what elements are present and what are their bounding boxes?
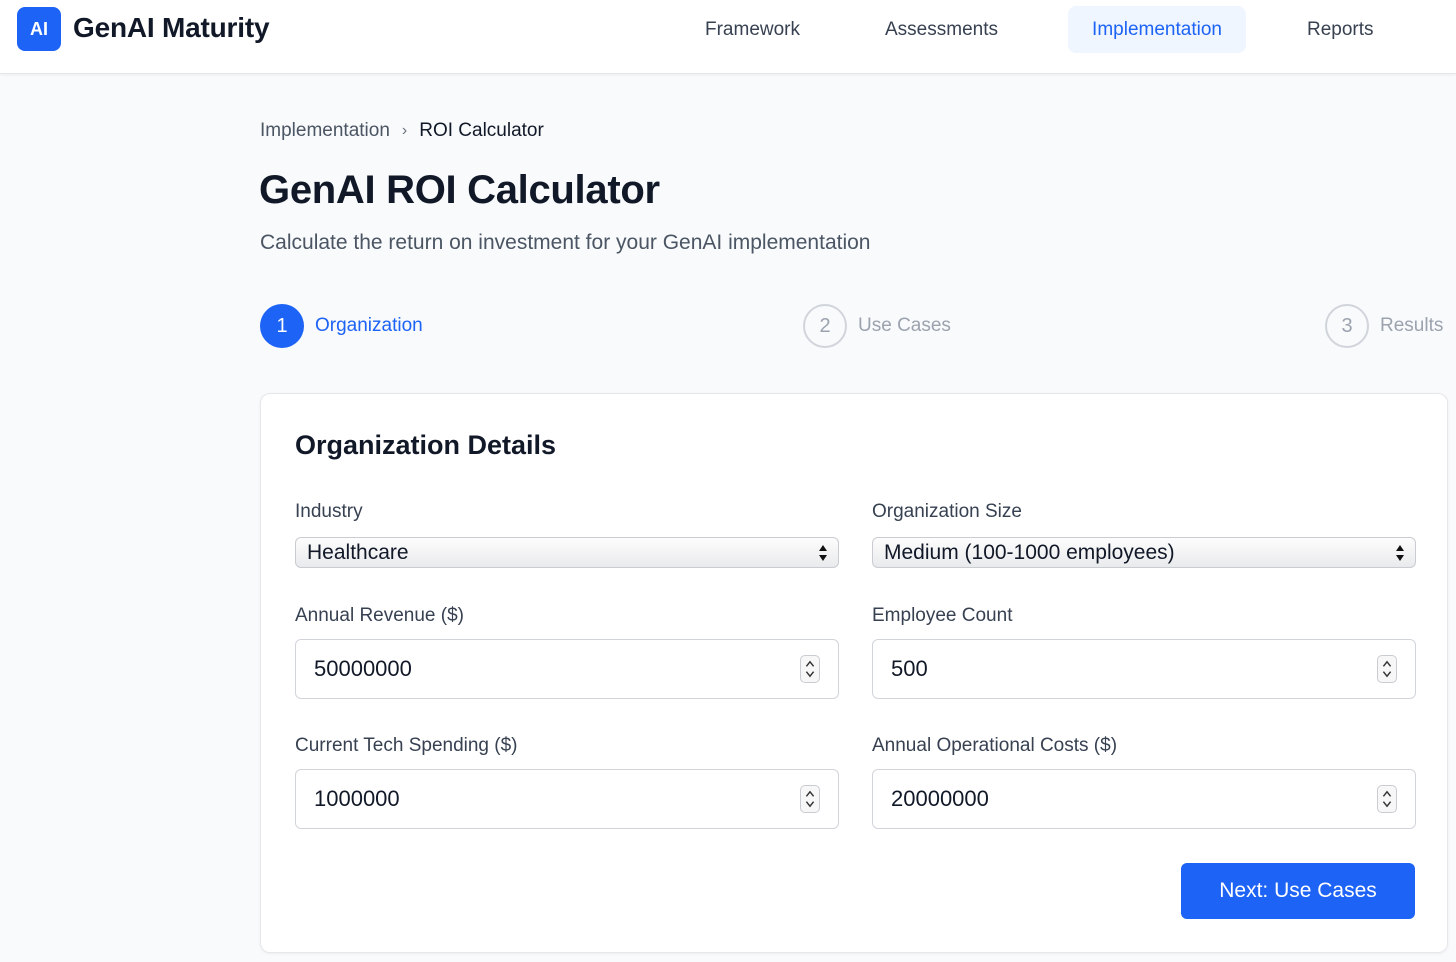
number-spinner-icon[interactable] bbox=[800, 655, 820, 683]
select-arrows-icon bbox=[819, 545, 827, 561]
nav-framework[interactable]: Framework bbox=[688, 6, 817, 53]
employee-count-input[interactable]: 500 bbox=[872, 639, 1416, 699]
annual-revenue-value: 50000000 bbox=[314, 656, 412, 681]
tech-spending-input[interactable]: 1000000 bbox=[295, 769, 839, 829]
step-organization[interactable]: 1 Organization bbox=[260, 304, 423, 348]
operational-costs-input[interactable]: 20000000 bbox=[872, 769, 1416, 829]
industry-select[interactable]: Healthcare bbox=[295, 537, 839, 568]
employee-count-label: Employee Count bbox=[872, 605, 1013, 626]
breadcrumb-chevron-icon: › bbox=[401, 122, 408, 139]
number-spinner-icon[interactable] bbox=[800, 785, 820, 813]
employee-count-value: 500 bbox=[891, 656, 928, 681]
industry-label: Industry bbox=[295, 501, 363, 522]
org-size-label: Organization Size bbox=[872, 501, 1022, 522]
operational-costs-value: 20000000 bbox=[891, 786, 989, 811]
app-logo[interactable]: AI bbox=[17, 7, 61, 51]
breadcrumb-implementation-link[interactable]: Implementation bbox=[260, 120, 390, 142]
org-size-selected-value: Medium (100-1000 employees) bbox=[884, 540, 1175, 564]
annual-revenue-label: Annual Revenue ($) bbox=[295, 605, 464, 626]
nav-implementation[interactable]: Implementation bbox=[1068, 6, 1246, 53]
step-label: Organization bbox=[315, 315, 423, 336]
number-spinner-icon[interactable] bbox=[1377, 785, 1397, 813]
nav-assessments[interactable]: Assessments bbox=[868, 6, 1015, 53]
step-label: Results bbox=[1380, 315, 1444, 336]
logo-text: AI bbox=[30, 18, 48, 39]
step-number-badge: 2 bbox=[803, 304, 847, 348]
tech-spending-label: Current Tech Spending ($) bbox=[295, 735, 518, 756]
tech-spending-value: 1000000 bbox=[314, 786, 400, 811]
step-results[interactable]: 3 Results bbox=[1325, 304, 1443, 348]
step-number-badge: 1 bbox=[260, 304, 304, 348]
organization-details-card: Organization Details Industry Healthcare… bbox=[260, 393, 1448, 953]
card-title: Organization Details bbox=[295, 430, 557, 460]
operational-costs-label: Annual Operational Costs ($) bbox=[872, 735, 1118, 756]
step-number-badge: 3 bbox=[1325, 304, 1369, 348]
org-size-select[interactable]: Medium (100-1000 employees) bbox=[872, 537, 1416, 568]
breadcrumb: Implementation › ROI Calculator bbox=[260, 120, 544, 142]
step-use-cases[interactable]: 2 Use Cases bbox=[803, 304, 951, 348]
number-spinner-icon[interactable] bbox=[1377, 655, 1397, 683]
nav-reports[interactable]: Reports bbox=[1290, 6, 1391, 53]
page-title: GenAI ROI Calculator bbox=[259, 168, 660, 212]
select-arrows-icon bbox=[1396, 545, 1404, 561]
top-navbar: AI GenAI Maturity Framework Assessments … bbox=[0, 0, 1456, 74]
annual-revenue-input[interactable]: 50000000 bbox=[295, 639, 839, 699]
app-title[interactable]: GenAI Maturity bbox=[73, 12, 270, 44]
breadcrumb-current: ROI Calculator bbox=[419, 120, 544, 141]
page-subtitle: Calculate the return on investment for y… bbox=[260, 231, 871, 254]
industry-selected-value: Healthcare bbox=[307, 540, 409, 564]
next-use-cases-button[interactable]: Next: Use Cases bbox=[1181, 863, 1415, 919]
step-label: Use Cases bbox=[858, 315, 951, 336]
